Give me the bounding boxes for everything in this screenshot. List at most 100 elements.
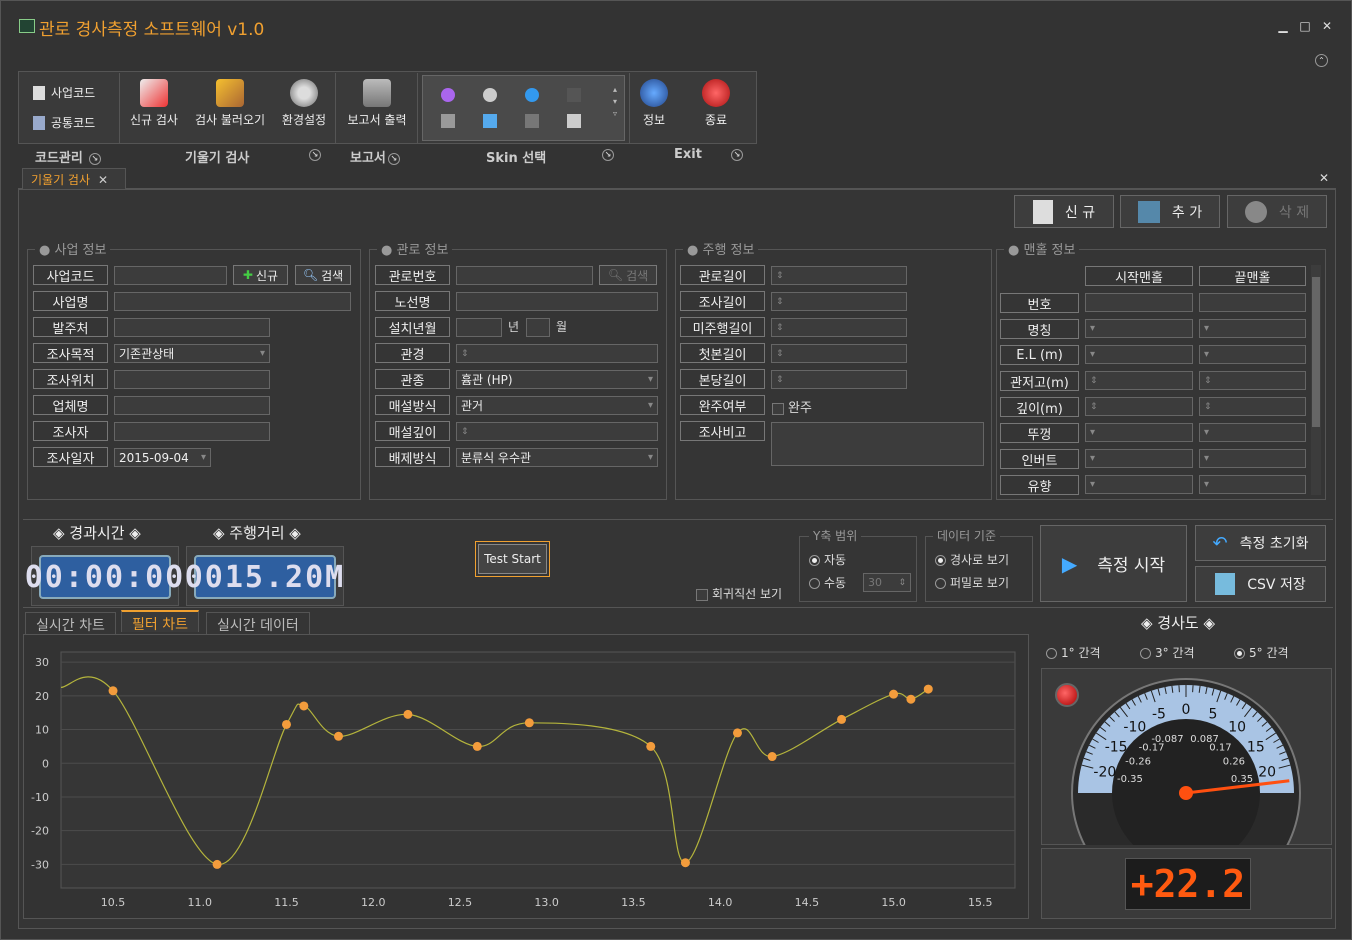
radio-icon[interactable] — [935, 578, 946, 589]
drain-method-select[interactable]: 분류식 우수관 — [456, 448, 658, 467]
radio-icon[interactable] — [1140, 648, 1151, 659]
radio-icon[interactable] — [809, 555, 820, 566]
slope-5deg-radio[interactable]: 5° 간격 — [1234, 644, 1289, 661]
skin-icon[interactable] — [483, 88, 497, 102]
gallery-scroll-icon[interactable]: ▴ ▾ ▿ — [613, 84, 617, 120]
yaxis-value-input[interactable]: 30 — [863, 573, 911, 592]
expand-icon[interactable]: ↘ — [309, 147, 321, 162]
start-manhole-field[interactable] — [1085, 345, 1193, 364]
biz-name-input[interactable] — [114, 292, 351, 311]
company-input[interactable] — [114, 396, 270, 415]
basis-percent-radio[interactable]: 퍼밀로 보기 — [935, 574, 1009, 591]
skin-gallery[interactable]: ▴ ▾ ▿ — [422, 75, 625, 141]
start-manhole-field[interactable] — [1085, 319, 1193, 338]
settings-button[interactable]: 환경설정 — [277, 79, 331, 128]
skin-icon[interactable] — [441, 88, 455, 102]
maximize-icon[interactable]: □ — [1297, 19, 1313, 33]
start-manhole-field[interactable] — [1085, 397, 1193, 416]
end-manhole-field[interactable] — [1199, 371, 1306, 390]
new-record-button[interactable]: 신 규 — [1014, 195, 1114, 228]
load-inspection-button[interactable]: 검사 불러오기 — [189, 79, 271, 128]
tab-filter-chart[interactable]: 필터 차트 — [121, 610, 199, 633]
info-button[interactable]: 정보 — [635, 79, 673, 128]
minimize-icon[interactable]: ▁ — [1275, 19, 1291, 33]
measure-start-button[interactable]: ▶ 측정 시작 — [1040, 525, 1187, 602]
print-report-button[interactable]: 보고서 출력 — [341, 79, 413, 128]
end-manhole-field[interactable] — [1199, 449, 1306, 468]
expand-icon[interactable]: ↘ — [88, 152, 101, 165]
expand-icon[interactable]: ↘ — [731, 147, 743, 162]
end-manhole-field[interactable] — [1199, 475, 1306, 494]
pipe-length-input[interactable] — [771, 266, 907, 285]
close-icon[interactable]: ✕ — [1319, 19, 1335, 33]
pipe-search-button[interactable]: 🔍︎ 검색 — [599, 265, 657, 285]
skin-icon[interactable] — [525, 88, 539, 102]
slope-1deg-radio[interactable]: 1° 간격 — [1046, 644, 1101, 661]
pipe-type-select[interactable]: 흄관 (HP) — [456, 370, 658, 389]
start-manhole-field[interactable] — [1085, 423, 1193, 442]
undriven-length-input[interactable] — [771, 318, 907, 337]
year-input[interactable] — [456, 318, 502, 337]
tab-realtime-chart[interactable]: 실시간 차트 — [25, 612, 116, 634]
biz-code-button[interactable]: 사업코드 — [33, 84, 95, 101]
scroll-thumb[interactable] — [1312, 277, 1320, 427]
close-doc-icon[interactable]: ✕ — [1319, 171, 1329, 185]
unit-length-input[interactable] — [771, 370, 907, 389]
radio-icon[interactable] — [1234, 648, 1245, 659]
survey-note-textarea[interactable] — [771, 422, 984, 466]
pipe-number-input[interactable] — [456, 266, 593, 285]
skin-icon[interactable] — [441, 114, 455, 128]
start-manhole-field[interactable] — [1085, 475, 1193, 494]
skin-icon[interactable] — [525, 114, 539, 128]
common-code-button[interactable]: 공통코드 — [33, 114, 95, 131]
biz-search-button[interactable]: 🔍︎ 검색 — [295, 265, 351, 285]
biz-new-button[interactable]: ✚ 신규 — [233, 265, 288, 285]
inspector-input[interactable] — [114, 422, 270, 441]
tab-close-icon[interactable]: ✕ — [98, 173, 108, 187]
survey-length-input[interactable] — [771, 292, 907, 311]
checkbox-icon[interactable] — [772, 402, 784, 415]
radio-icon[interactable] — [1046, 648, 1057, 659]
end-manhole-field[interactable] — [1199, 293, 1306, 312]
reset-measure-button[interactable]: ↶ 측정 초기화 — [1195, 525, 1326, 561]
regression-checkbox[interactable]: 회귀직선 보기 — [696, 585, 782, 602]
skin-icon[interactable] — [483, 114, 497, 128]
skin-icon[interactable] — [567, 88, 581, 102]
test-start-button[interactable]: Test Start — [475, 541, 550, 577]
biz-code-input[interactable] — [114, 266, 227, 285]
collapse-ribbon-icon[interactable]: ⌃ — [1315, 54, 1328, 67]
new-inspection-button[interactable]: 신규 검사 — [125, 79, 183, 128]
start-manhole-field[interactable] — [1085, 371, 1193, 390]
burial-depth-input[interactable] — [456, 422, 658, 441]
start-manhole-field[interactable] — [1085, 449, 1193, 468]
complete-checkbox[interactable]: 완주 — [772, 397, 812, 416]
end-manhole-field[interactable] — [1199, 319, 1306, 338]
month-input[interactable] — [526, 318, 550, 337]
checkbox-icon[interactable] — [696, 588, 708, 601]
end-manhole-field[interactable] — [1199, 345, 1306, 364]
quit-button[interactable]: 종료 — [695, 79, 737, 128]
basis-pipe-radio[interactable]: 경사로 보기 — [935, 551, 1009, 568]
end-manhole-field[interactable] — [1199, 397, 1306, 416]
slope-3deg-radio[interactable]: 3° 간격 — [1140, 644, 1195, 661]
manhole-scrollbar[interactable] — [1311, 265, 1321, 495]
tab-realtime-data[interactable]: 실시간 데이터 — [206, 612, 310, 634]
radio-icon[interactable] — [935, 555, 946, 566]
yaxis-manual-radio[interactable]: 수동 — [809, 574, 846, 591]
radio-icon[interactable] — [809, 578, 820, 589]
delete-record-button[interactable]: 삭 제 — [1227, 195, 1327, 228]
start-manhole-field[interactable] — [1085, 293, 1193, 312]
csv-save-button[interactable]: CSV 저장 — [1195, 566, 1326, 602]
diameter-input[interactable] — [456, 344, 658, 363]
yaxis-auto-radio[interactable]: 자동 — [809, 551, 846, 568]
end-manhole-field[interactable] — [1199, 423, 1306, 442]
route-input[interactable] — [456, 292, 658, 311]
purpose-select[interactable]: 기존관상태 — [114, 344, 270, 363]
expand-icon[interactable]: ↘ — [602, 147, 614, 162]
first-length-input[interactable] — [771, 344, 907, 363]
burial-method-select[interactable]: 관거 — [456, 396, 658, 415]
date-select[interactable]: 2015-09-04 — [114, 448, 211, 467]
expand-icon[interactable]: ↘ — [387, 152, 400, 165]
doc-tab-gauge[interactable]: 기울기 검사 ✕ — [22, 168, 126, 189]
add-record-button[interactable]: 추 가 — [1120, 195, 1220, 228]
